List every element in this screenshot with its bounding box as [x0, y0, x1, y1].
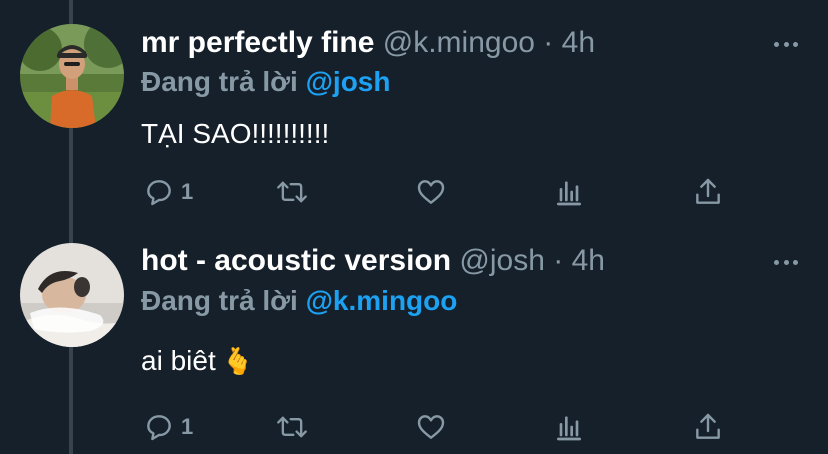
- share-icon: [693, 176, 723, 208]
- retweet-icon: [275, 411, 309, 443]
- more-options-button[interactable]: [774, 38, 798, 50]
- tweet-text: ai biêt 🫰: [141, 344, 254, 378]
- retweet-icon: [275, 176, 309, 208]
- more-dots-icon: [774, 259, 779, 265]
- action-bar: 1: [141, 407, 741, 447]
- mention-link[interactable]: @josh: [306, 66, 391, 97]
- like-button[interactable]: [415, 407, 447, 447]
- reply-count: 1: [181, 179, 194, 204]
- reply-button[interactable]: 1: [143, 407, 193, 447]
- speech-bubble-icon: [143, 176, 175, 208]
- hand-emoji-icon: 🫰: [221, 346, 255, 376]
- timestamp[interactable]: 4h: [572, 244, 605, 277]
- more-options-button[interactable]: [774, 256, 798, 268]
- share-icon: [693, 411, 723, 443]
- separator: ·: [553, 244, 564, 277]
- tweet-text-content: TẠI SAO!!!!!!!!!!: [141, 118, 330, 149]
- user-handle[interactable]: @josh: [459, 244, 545, 277]
- like-button[interactable]: [415, 172, 447, 212]
- display-name[interactable]: mr perfectly fine: [141, 26, 374, 59]
- replying-label: Đang trả lời: [141, 285, 298, 316]
- heart-icon: [415, 411, 447, 443]
- reply-button[interactable]: 1: [143, 172, 193, 212]
- speech-bubble-icon: [143, 411, 175, 443]
- tweet-text: TẠI SAO!!!!!!!!!!: [141, 117, 329, 151]
- analytics-button[interactable]: [554, 407, 584, 447]
- separator: ·: [543, 26, 554, 59]
- tweet-text-content: ai biêt: [141, 345, 216, 376]
- display-name[interactable]: hot - acoustic version: [141, 244, 451, 277]
- tweet[interactable]: hot - acoustic version @josh · 4h Đang t…: [0, 227, 828, 454]
- replying-to: Đang trả lời @k.mingoo: [141, 284, 457, 318]
- retweet-button[interactable]: [275, 172, 309, 212]
- share-button[interactable]: [693, 172, 723, 212]
- avatar[interactable]: [20, 24, 124, 128]
- bar-chart-icon: [554, 176, 584, 208]
- tweet-header: mr perfectly fine @k.mingoo · 4h: [141, 25, 595, 61]
- replying-to: Đang trả lời @josh: [141, 65, 390, 99]
- action-bar: 1: [141, 172, 741, 212]
- avatar[interactable]: [20, 243, 124, 347]
- user-handle[interactable]: @k.mingoo: [383, 26, 535, 59]
- more-dots-icon: [774, 41, 779, 47]
- tweet-header: hot - acoustic version @josh · 4h: [141, 243, 605, 279]
- timestamp[interactable]: 4h: [562, 26, 595, 59]
- replying-label: Đang trả lời: [141, 66, 298, 97]
- retweet-button[interactable]: [275, 407, 309, 447]
- share-button[interactable]: [693, 407, 723, 447]
- tweet[interactable]: mr perfectly fine @k.mingoo · 4h Đang tr…: [0, 0, 828, 227]
- reply-count: 1: [181, 414, 194, 439]
- heart-icon: [415, 176, 447, 208]
- analytics-button[interactable]: [554, 172, 584, 212]
- bar-chart-icon: [554, 411, 584, 443]
- mention-link[interactable]: @k.mingoo: [306, 285, 458, 316]
